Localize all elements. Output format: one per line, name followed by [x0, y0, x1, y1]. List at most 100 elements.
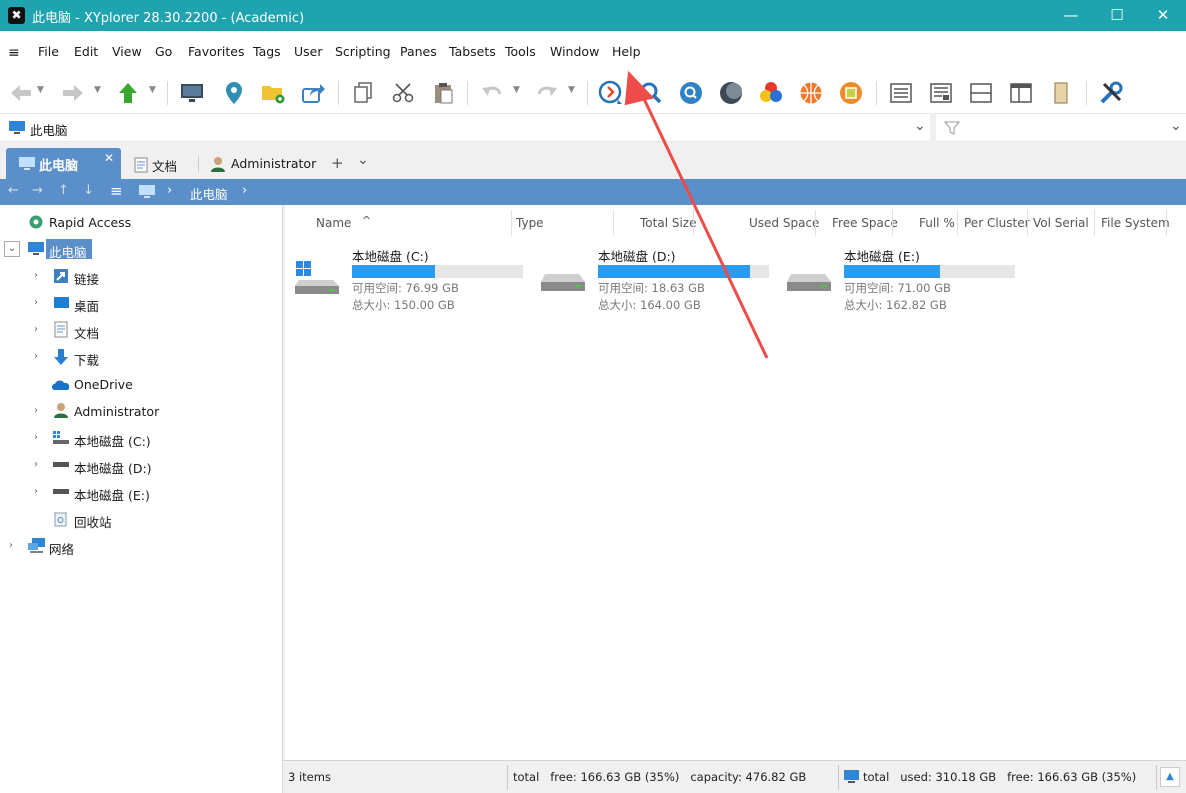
menu-view[interactable]: View: [112, 44, 142, 59]
tree-expand-icon[interactable]: ›: [9, 540, 13, 551]
menu-scripting[interactable]: Scripting: [335, 44, 391, 59]
tree-item-this-pc[interactable]: ⌄ 此电脑: [0, 236, 283, 263]
filter-bar[interactable]: ⌄: [936, 113, 1186, 142]
tree-item-downloads[interactable]: › 下载: [0, 344, 283, 371]
menu-panes[interactable]: Panes: [400, 44, 437, 59]
crumb-down-icon[interactable]: ↓: [83, 183, 94, 198]
tree-item-desktop[interactable]: › 桌面: [0, 290, 283, 317]
column-separator[interactable]: [1094, 210, 1095, 236]
computer-button[interactable]: [177, 79, 207, 107]
paste-button[interactable]: [428, 79, 458, 107]
column-separator[interactable]: [1166, 210, 1167, 236]
dual-pane-button[interactable]: [966, 79, 996, 107]
app-icon[interactable]: ✖: [8, 7, 25, 24]
up-button[interactable]: [113, 79, 143, 107]
share-button[interactable]: [298, 79, 328, 107]
tab-administrator[interactable]: Administrator: [204, 148, 324, 179]
dark-mode-button[interactable]: [716, 79, 746, 107]
drive-item-c[interactable]: 本地磁盘 (C:) 可用空间: 76.99 GB 总大小: 150.00 GB: [285, 245, 525, 315]
close-button[interactable]: ✕: [1140, 0, 1186, 31]
column-header-file-system[interactable]: File System: [1101, 216, 1170, 230]
tree-item-drive-e[interactable]: › 本地磁盘 (E:): [0, 479, 283, 506]
tree-expand-icon[interactable]: ›: [34, 270, 38, 281]
details-view-button[interactable]: [886, 79, 916, 107]
column-header-vol-serial[interactable]: Vol Serial: [1033, 216, 1089, 230]
tree-item-links[interactable]: › 链接: [0, 263, 283, 290]
column-separator[interactable]: [815, 210, 816, 236]
address-path[interactable]: 此电脑: [30, 120, 68, 139]
tree-item-recycle-bin[interactable]: 回收站: [0, 506, 283, 533]
forward-dropdown-icon[interactable]: ▼: [94, 85, 101, 95]
configuration-button[interactable]: [1096, 79, 1126, 107]
tree-item-network[interactable]: › 网络: [0, 533, 283, 560]
column-header-total-size[interactable]: Total Size: [640, 216, 696, 230]
column-separator[interactable]: [1027, 210, 1028, 236]
back-dropdown-icon[interactable]: ▼: [37, 85, 44, 95]
hamburger-menu-icon[interactable]: ≡: [8, 45, 20, 61]
layout-button[interactable]: [1006, 79, 1036, 107]
menu-tabsets[interactable]: Tabsets: [449, 44, 496, 59]
tree-expand-icon[interactable]: ›: [34, 486, 38, 497]
redo-dropdown-icon[interactable]: ▼: [568, 85, 575, 95]
undo-button[interactable]: [477, 79, 507, 107]
tab-this-pc[interactable]: 此电脑 ✕: [6, 148, 121, 179]
info-panel-button[interactable]: [926, 79, 956, 107]
up-dropdown-icon[interactable]: ▼: [149, 85, 156, 95]
redo-button[interactable]: [532, 79, 562, 107]
column-separator[interactable]: [693, 210, 694, 236]
column-separator[interactable]: [957, 210, 958, 236]
tree-expand-icon[interactable]: ›: [34, 405, 38, 416]
tree-expand-icon[interactable]: ›: [34, 432, 38, 443]
tree-item-drive-c[interactable]: › 本地磁盘 (C:): [0, 425, 283, 452]
quick-search-button[interactable]: [676, 79, 706, 107]
crumb-back-icon[interactable]: ←: [8, 183, 19, 198]
undo-dropdown-icon[interactable]: ▼: [513, 85, 520, 95]
tree-item-rapid-access[interactable]: Rapid Access: [0, 209, 283, 236]
tree-expand-icon[interactable]: ›: [34, 297, 38, 308]
address-dropdown-icon[interactable]: ⌄: [914, 118, 926, 134]
column-header-type[interactable]: Type: [516, 216, 544, 230]
crumb-forward-icon[interactable]: →: [32, 183, 43, 198]
preview-button[interactable]: [1046, 79, 1076, 107]
column-header-free-space[interactable]: Free Space: [832, 216, 898, 230]
tab-close-icon[interactable]: ✕: [104, 151, 114, 165]
go-to-button[interactable]: [596, 79, 626, 107]
color-filter-button[interactable]: [756, 79, 786, 107]
column-header-name[interactable]: Name: [316, 216, 351, 230]
tree-collapse-icon[interactable]: ⌄: [4, 241, 20, 257]
label-button[interactable]: [836, 79, 866, 107]
copy-button[interactable]: [348, 79, 378, 107]
tree-item-documents[interactable]: › 文档: [0, 317, 283, 344]
menu-favorites[interactable]: Favorites: [188, 44, 244, 59]
tree-expand-icon[interactable]: ›: [34, 351, 38, 362]
menu-help[interactable]: Help: [612, 44, 641, 59]
find-files-button[interactable]: [636, 79, 666, 107]
menu-tags[interactable]: Tags: [253, 44, 281, 59]
filter-dropdown-icon[interactable]: ⌄: [1170, 118, 1182, 134]
crumb-separator[interactable]: ›: [242, 183, 247, 198]
crumb-separator[interactable]: ›: [167, 183, 172, 198]
crumb-this-pc[interactable]: 此电脑: [190, 184, 228, 203]
minimize-button[interactable]: —: [1048, 0, 1094, 31]
location-button[interactable]: [219, 79, 249, 107]
menu-window[interactable]: Window: [550, 44, 599, 59]
column-header-per-cluster[interactable]: Per Cluster: [964, 216, 1030, 230]
tree-item-onedrive[interactable]: OneDrive: [0, 371, 283, 398]
menu-user[interactable]: User: [294, 44, 323, 59]
maximize-button[interactable]: ☐: [1094, 0, 1140, 31]
menu-tools[interactable]: Tools: [505, 44, 536, 59]
tree-item-administrator[interactable]: › Administrator: [0, 398, 283, 425]
scroll-up-button[interactable]: ▲: [1160, 767, 1180, 787]
crumb-up-icon[interactable]: ↑: [58, 183, 69, 198]
new-folder-button[interactable]: [258, 79, 288, 107]
drive-item-d[interactable]: 本地磁盘 (D:) 可用空间: 18.63 GB 总大小: 164.00 GB: [531, 245, 771, 315]
column-separator[interactable]: [613, 210, 614, 236]
column-separator[interactable]: [511, 210, 512, 236]
tree-expand-icon[interactable]: ›: [34, 459, 38, 470]
back-button[interactable]: [6, 79, 36, 107]
column-header-used-space[interactable]: Used Space: [749, 216, 819, 230]
menu-edit[interactable]: Edit: [74, 44, 98, 59]
column-header-full-percent[interactable]: Full %: [919, 216, 955, 230]
tree-item-drive-d[interactable]: › 本地磁盘 (D:): [0, 452, 283, 479]
tree-expand-icon[interactable]: ›: [34, 324, 38, 335]
